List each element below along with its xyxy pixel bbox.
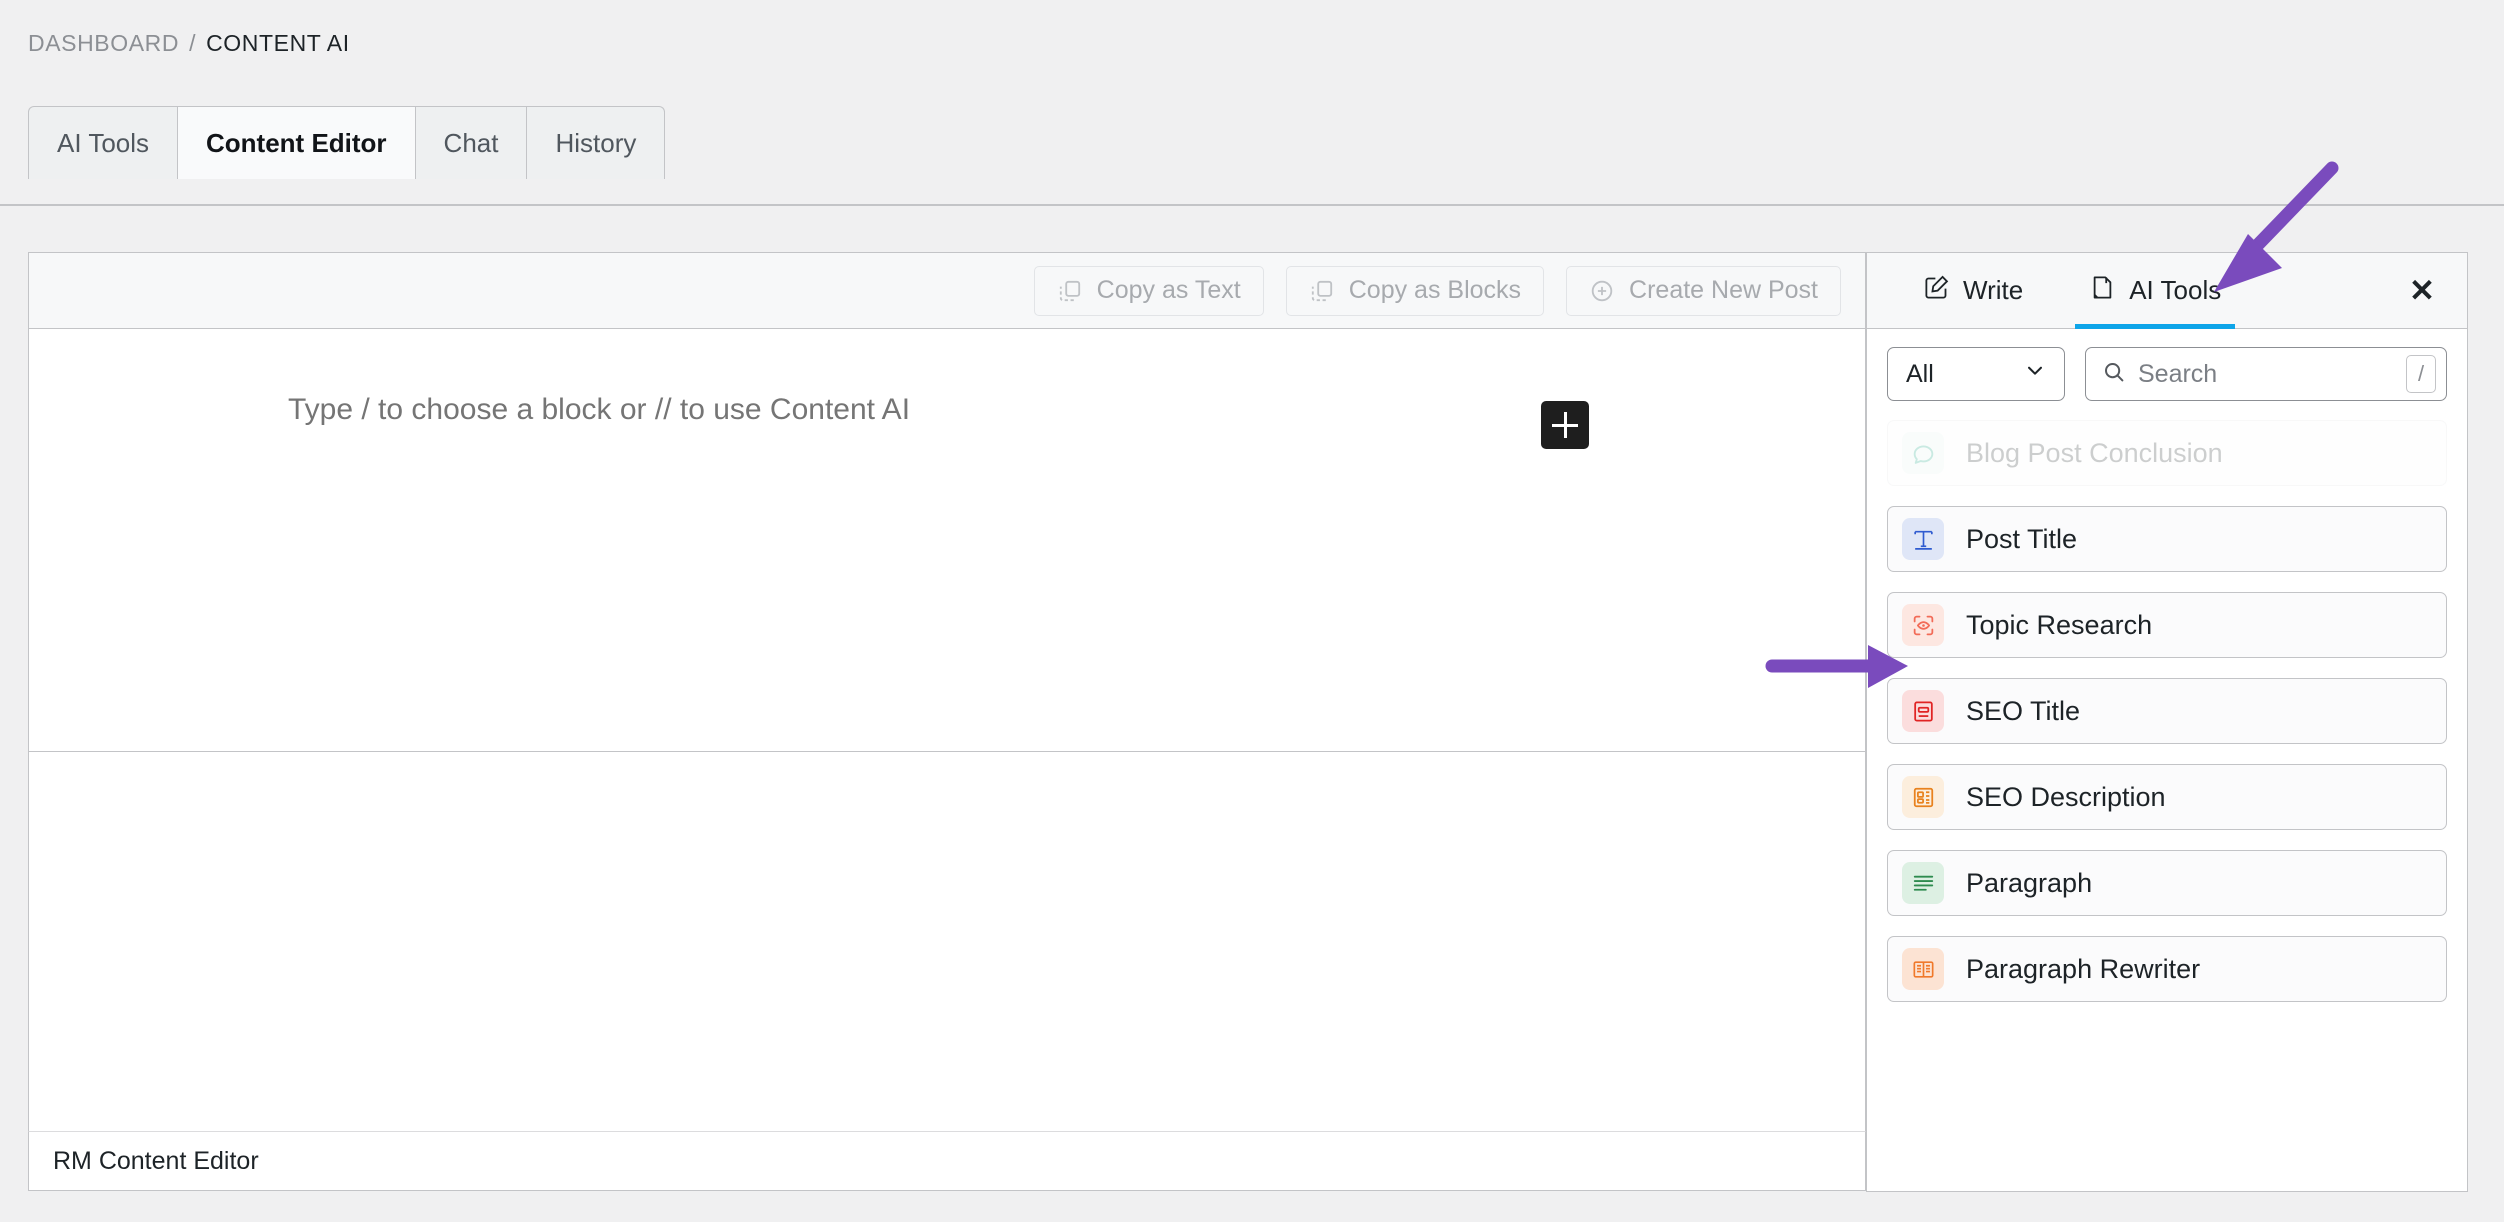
main-tabstrip: AI Tools Content Editor Chat History: [28, 106, 666, 179]
plus-circle-icon: [1589, 278, 1615, 304]
tab-label: Chat: [443, 127, 499, 158]
copy-icon: [1057, 278, 1083, 304]
tool-item-seo-description[interactable]: SEO Description: [1887, 764, 2447, 830]
tool-item-label: Paragraph: [1966, 867, 2093, 898]
breadcrumb-root[interactable]: DASHBOARD: [28, 30, 179, 57]
content-editor-panel: Copy as Text Copy as Blocks Create New P…: [28, 252, 1866, 752]
tool-item-post-title[interactable]: Post Title: [1887, 506, 2447, 572]
ai-panel-header: Write AI Tools ✕: [1867, 253, 2467, 329]
chevron-down-icon: [2024, 360, 2046, 389]
tool-item-seo-title[interactable]: SEO Title: [1887, 678, 2447, 744]
tab-label: AI Tools: [57, 127, 150, 158]
ai-panel-tab-write[interactable]: Write: [1905, 253, 2041, 329]
tab-content-editor[interactable]: Content Editor: [178, 106, 416, 179]
tab-label: History: [555, 127, 637, 158]
search-input[interactable]: Search /: [2085, 347, 2447, 401]
button-label: Copy as Blocks: [1348, 276, 1522, 304]
text-title-icon: [1902, 518, 1944, 560]
status-bar-label: RM Content Editor: [53, 1146, 259, 1175]
ai-tab-label: Write: [1963, 275, 2024, 305]
create-new-post-button[interactable]: Create New Post: [1566, 265, 1841, 316]
button-label: Create New Post: [1629, 276, 1818, 304]
breadcrumb-current: CONTENT AI: [206, 30, 350, 56]
copy-icon: [1309, 278, 1335, 304]
breadcrumb-separator: /: [189, 30, 197, 56]
tool-item-label: Blog Post Conclusion: [1966, 437, 2223, 468]
ai-tools-panel: Write AI Tools ✕ Blog Post Conclusion Po…: [1866, 252, 2468, 1192]
tool-item-label: Topic Research: [1966, 609, 2153, 640]
tool-item-paragraph[interactable]: Paragraph: [1887, 850, 2447, 916]
category-filter-value: All: [1906, 359, 1934, 388]
tool-item-blog-post-conclusion[interactable]: Blog Post Conclusion: [1887, 420, 2447, 486]
category-filter-select[interactable]: All: [1887, 347, 2065, 401]
ai-tools-list[interactable]: Blog Post Conclusion Post Title Topic Re…: [1867, 330, 2467, 1191]
seo-description-icon: [1902, 776, 1944, 818]
tool-item-label: SEO Title: [1966, 695, 2081, 726]
pencil-square-icon: [1923, 274, 1950, 308]
tab-history[interactable]: History: [527, 106, 666, 179]
open-book-icon: [1902, 948, 1944, 990]
editor-toolbar: Copy as Text Copy as Blocks Create New P…: [29, 253, 1865, 329]
document-pen-icon: [2089, 274, 2116, 308]
ai-panel-tab-ai-tools[interactable]: AI Tools: [2071, 253, 2239, 329]
ai-tab-label: AI Tools: [2129, 275, 2222, 305]
search-placeholder: Search: [2138, 359, 2218, 388]
tool-item-label: SEO Description: [1966, 781, 2166, 812]
tool-item-label: Paragraph Rewriter: [1966, 953, 2201, 984]
tool-item-paragraph-rewriter[interactable]: Paragraph Rewriter: [1887, 936, 2447, 1002]
ai-tools-filter-bar: All Search /: [1867, 330, 2467, 418]
tab-ai-tools[interactable]: AI Tools: [28, 106, 179, 179]
search-shortcut-badge: /: [2406, 355, 2436, 393]
editor-status-bar: RM Content Editor: [28, 1131, 1866, 1191]
chat-bubble-icon: [1902, 432, 1944, 474]
block-inserter-button[interactable]: [1541, 401, 1589, 449]
button-label: Copy as Text: [1096, 276, 1241, 304]
tab-chat[interactable]: Chat: [415, 106, 528, 179]
editor-placeholder-text: Type / to choose a block or // to use Co…: [288, 393, 911, 426]
tabstrip-baseline: [0, 204, 2504, 206]
search-icon: [2102, 360, 2126, 389]
breadcrumb: DASHBOARD / CONTENT AI: [28, 30, 350, 57]
scan-eye-icon: [1902, 604, 1944, 646]
editor-canvas[interactable]: Type / to choose a block or // to use Co…: [29, 329, 1865, 751]
seo-title-icon: [1902, 690, 1944, 732]
close-icon[interactable]: ✕: [2401, 270, 2443, 312]
tool-item-topic-research[interactable]: Topic Research: [1887, 592, 2447, 658]
tab-label: Content Editor: [206, 127, 387, 158]
tool-item-label: Post Title: [1966, 523, 2078, 554]
copy-as-text-button[interactable]: Copy as Text: [1033, 265, 1264, 316]
copy-as-blocks-button[interactable]: Copy as Blocks: [1285, 265, 1545, 316]
paragraph-lines-icon: [1902, 862, 1944, 904]
